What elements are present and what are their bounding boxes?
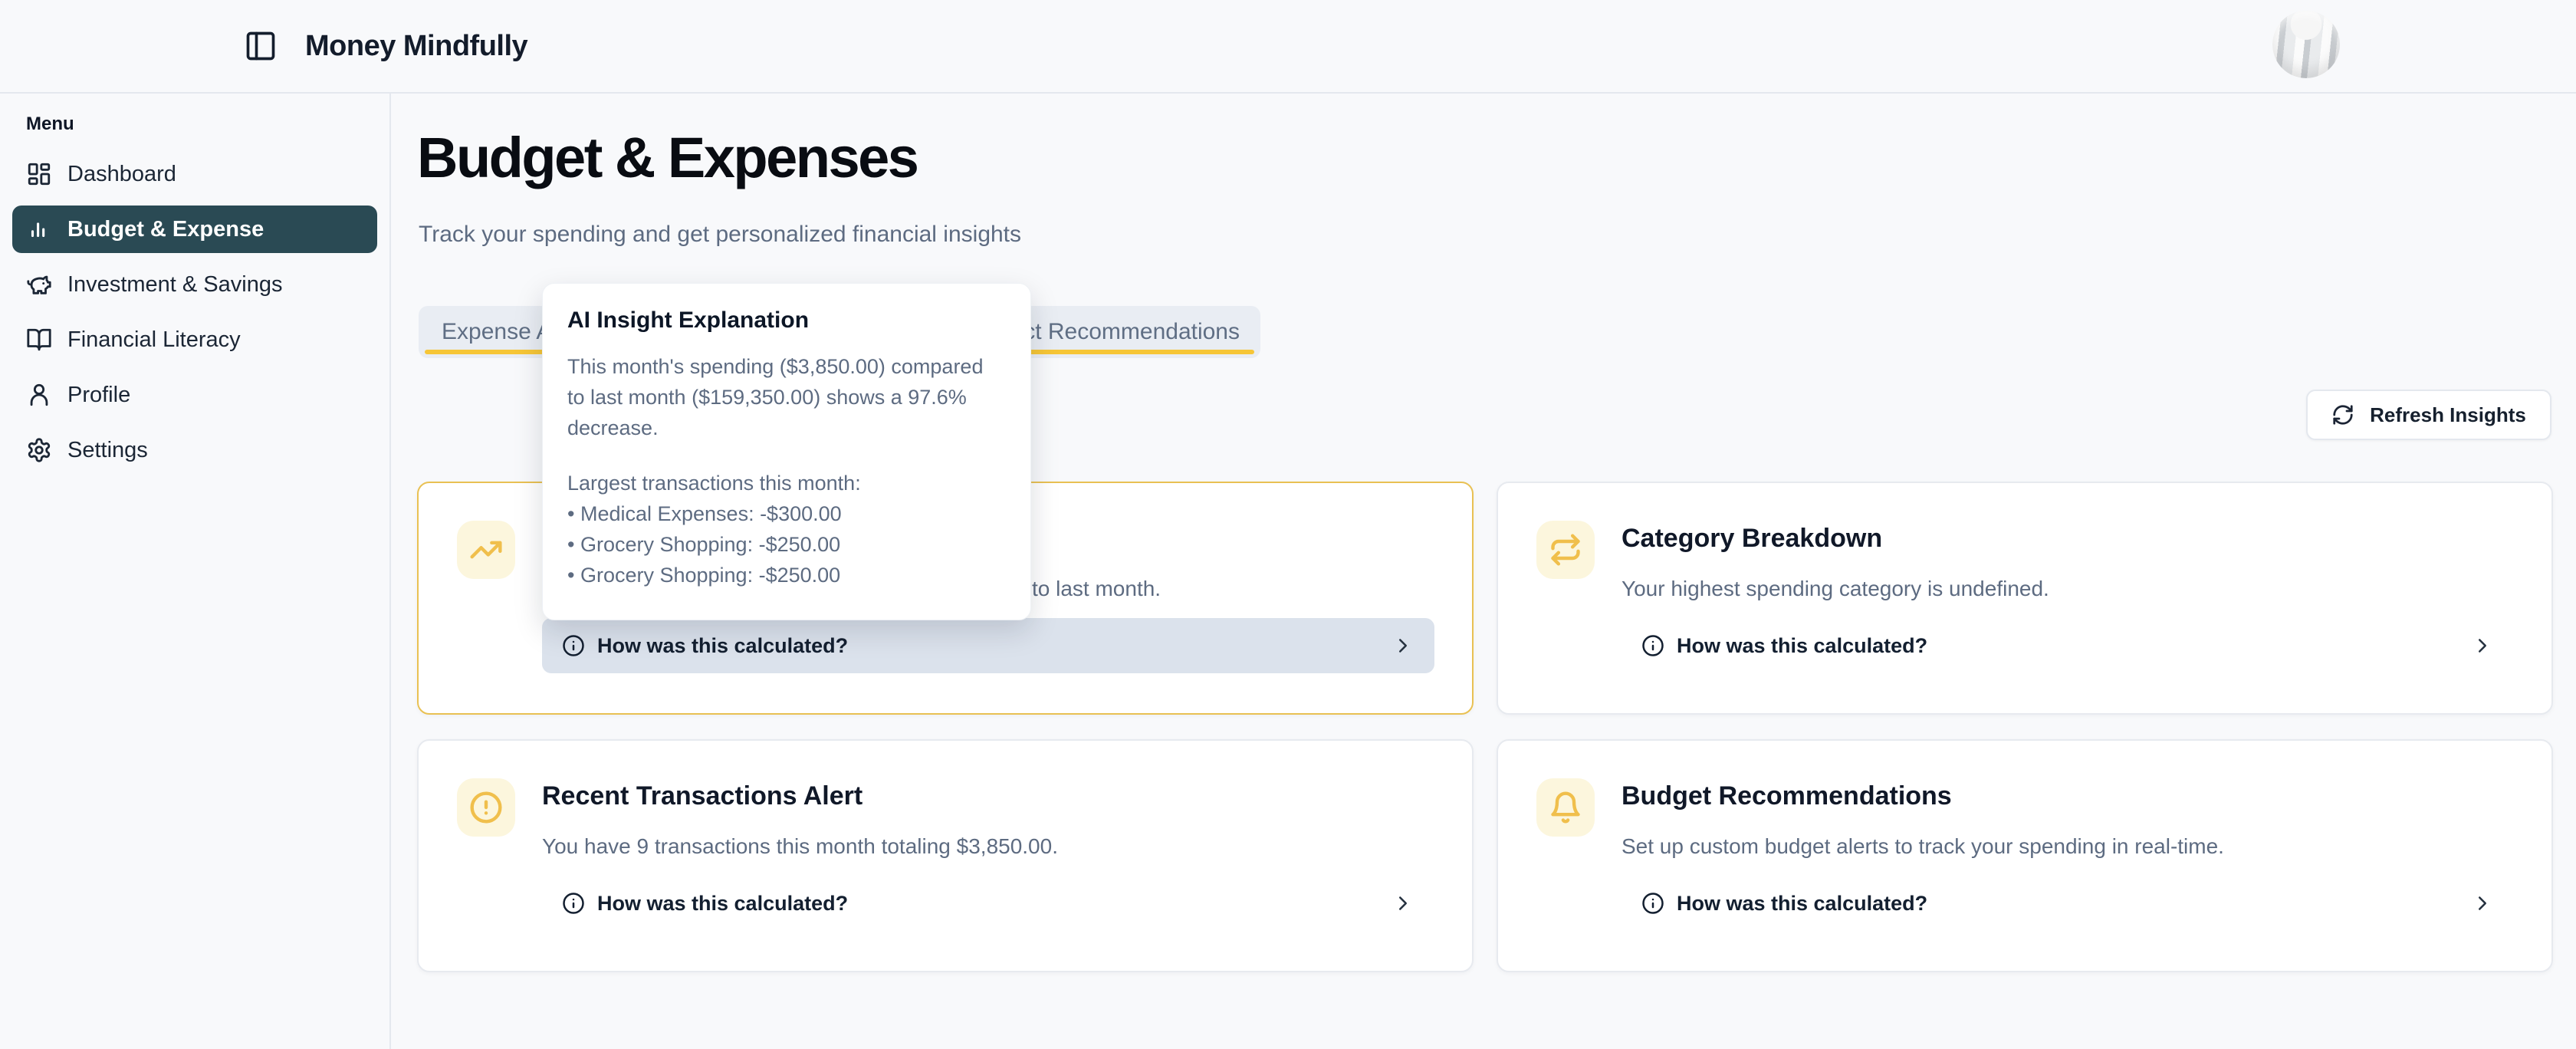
card-title: Recent Transactions Alert [542,776,863,816]
alert-circle-icon [457,778,515,837]
refresh-insights-label: Refresh Insights [2370,403,2526,427]
card-title: Category Breakdown [1622,518,1882,558]
bar-chart-icon [26,216,52,242]
book-open-icon [26,327,52,353]
info-icon [562,892,585,915]
info-icon [562,634,585,657]
card-description: Your highest spending category is undefi… [1622,574,2049,604]
tab-label: ct Recommendations [1024,319,1240,345]
how-calculated-row[interactable]: How was this calculated? [1622,876,2514,931]
card-description: You have 9 transactions this month total… [542,831,1058,862]
panel-left-icon [244,29,281,63]
sidebar-item-label: Settings [67,438,148,463]
chevron-right-icon [1392,892,1414,915]
repeat-icon [1536,521,1595,579]
tab-label: Expense A [442,319,551,345]
sidebar-menu-label: Menu [26,113,74,135]
page-title: Budget & Expenses [417,127,917,189]
chevron-right-icon [2471,892,2494,915]
main-content: Budget & Expenses Track your spending an… [393,94,2576,1049]
sidebar-item-dashboard[interactable]: Dashboard [12,150,377,198]
card-category-breakdown: Category Breakdown Your highest spending… [1497,482,2553,715]
how-calculated-label: How was this calculated? [1677,892,1927,916]
card-recent-transactions: Recent Transactions Alert You have 9 tra… [417,739,1474,972]
how-calculated-row[interactable]: How was this calculated? [1622,618,2514,673]
app-title: Money Mindfully [305,0,527,92]
user-icon [26,382,52,408]
gear-icon [26,437,52,463]
card-description: Set up custom budget alerts to track you… [1622,831,2224,862]
trending-up-icon [457,521,515,579]
dashboard-icon [26,161,52,187]
info-icon [1641,892,1664,915]
page-subtitle: Track your spending and get personalized… [419,219,1021,250]
sidebar-nav: Dashboard Budget & Expense Investment & … [12,150,377,482]
sidebar-item-budget-expense[interactable]: Budget & Expense [12,206,377,253]
how-calculated-row[interactable]: How was this calculated? [542,876,1434,931]
card-description-fragment: to last month. [1032,574,1161,604]
chevron-right-icon [1392,634,1414,657]
ai-insight-popup: AI Insight Explanation This month's spen… [542,283,1031,620]
popup-transactions-heading: Largest transactions this month: [567,468,1006,498]
card-budget-recommendations: Budget Recommendations Set up custom bud… [1497,739,2553,972]
sidebar-toggle-button[interactable] [244,28,281,64]
sidebar-item-label: Financial Literacy [67,327,241,353]
sidebar-item-label: Investment & Savings [67,272,282,298]
sidebar-item-profile[interactable]: Profile [12,371,377,419]
bell-icon [1536,778,1595,837]
popup-bullet: • Medical Expenses: -$300.00 [567,498,1006,529]
piggy-bank-icon [26,271,52,298]
popup-bullet: • Grocery Shopping: -$250.00 [567,529,1006,560]
user-avatar[interactable] [2272,11,2340,78]
refresh-icon [2331,403,2354,426]
how-calculated-label: How was this calculated? [597,892,848,916]
sidebar-item-label: Profile [67,383,130,408]
refresh-insights-button[interactable]: Refresh Insights [2306,390,2551,440]
popup-bullet: • Grocery Shopping: -$250.00 [567,560,1006,590]
sidebar-item-investment-savings[interactable]: Investment & Savings [12,261,377,308]
sidebar: Menu Dashboard Budget & Expense Investme… [0,94,391,1049]
popup-body: This month's spending ($3,850.00) compar… [567,351,1006,443]
how-calculated-label: How was this calculated? [597,634,848,658]
card-title: Budget Recommendations [1622,776,1952,816]
sidebar-item-label: Dashboard [67,162,176,187]
sidebar-item-settings[interactable]: Settings [12,426,377,474]
sidebar-item-label: Budget & Expense [67,217,264,242]
sidebar-item-financial-literacy[interactable]: Financial Literacy [12,316,377,363]
popup-title: AI Insight Explanation [567,307,1006,334]
app-header: Money Mindfully [0,0,2576,94]
info-icon [1641,634,1664,657]
how-calculated-label: How was this calculated? [1677,634,1927,658]
how-calculated-row[interactable]: How was this calculated? [542,618,1434,673]
chevron-right-icon [2471,634,2494,657]
